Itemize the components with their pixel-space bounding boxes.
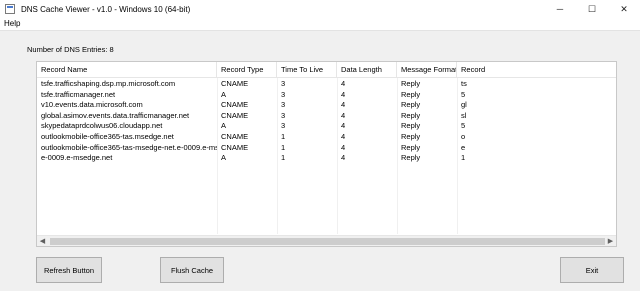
cell-record: 5: [461, 89, 466, 99]
cell-record-name: outlookmobile-office365-tas.msedge.net: [41, 132, 174, 141]
cell-ttl: 3: [281, 79, 286, 88]
cell-record-name: skypedataprdcolwus06.cloudapp.net: [41, 121, 163, 131]
table-row[interactable]: e-0009.e-msedge.net A 1 4 Reply 1: [37, 153, 616, 164]
cell-record-type: A: [221, 121, 227, 131]
table-row[interactable]: skypedataprdcolwus06.cloudapp.net A 3 4 Repl…: [37, 121, 616, 132]
window-controls: ─ ☐ ✕: [544, 0, 640, 18]
dns-records-list[interactable]: Record Name Record Type Time To Live Dat…: [36, 61, 617, 247]
cell-message-format: Reply: [401, 142, 421, 152]
cell-record: o: [461, 132, 466, 141]
cell-record-name: e-0009.e-msedge.net: [41, 153, 113, 163]
cell-data-length: 4: [341, 121, 346, 131]
cell-ttl: 3: [281, 121, 286, 131]
cell-message-format: Reply: [401, 153, 421, 163]
scrollbar-thumb[interactable]: [50, 238, 605, 245]
cell-ttl: 3: [281, 100, 286, 110]
cell-ttl: 1: [281, 132, 286, 141]
cell-record: 5: [461, 121, 466, 131]
cell-data-length: 4: [341, 142, 346, 152]
close-button[interactable]: ✕: [608, 0, 640, 18]
column-header-message-format[interactable]: Message Format: [397, 62, 457, 78]
cell-data-length: 4: [341, 79, 346, 88]
minimize-button[interactable]: ─: [544, 0, 576, 18]
table-row[interactable]: outlookmobile-office365-tas.msedge.net CN…: [37, 132, 616, 143]
cell-record: sl: [461, 110, 467, 120]
window-title: DNS Cache Viewer - v1.0 - Windows 10 (64…: [21, 4, 191, 14]
refresh-button[interactable]: Refresh Button: [36, 257, 102, 283]
cell-record: 1: [461, 153, 466, 163]
column-header-ttl[interactable]: Time To Live: [277, 62, 337, 78]
cell-message-format: Reply: [401, 79, 421, 88]
app-icon: [5, 4, 15, 14]
table-row[interactable]: global.asimov.events.data.trafficmanager…: [37, 111, 616, 122]
cell-record-type: A: [221, 89, 227, 99]
cell-ttl: 3: [281, 89, 286, 99]
column-header-record[interactable]: Record: [457, 62, 616, 78]
cell-data-length: 4: [341, 153, 346, 163]
menu-help[interactable]: Help: [4, 19, 20, 28]
flush-cache-button[interactable]: Flush Cache: [160, 257, 224, 283]
dns-entries-count: Number of DNS Entries: 8: [27, 45, 114, 54]
horizontal-scrollbar[interactable]: ◀ ▶: [37, 235, 616, 246]
scroll-left-icon[interactable]: ◀: [37, 236, 48, 246]
cell-record-name: tsfe.trafficshaping.dsp.mp.microsoft.com: [41, 79, 176, 88]
cell-ttl: 1: [281, 142, 286, 152]
table-row[interactable]: tsfe.trafficshaping.dsp.mp.microsoft.com…: [37, 79, 616, 90]
cell-record-type: CNAME: [221, 142, 249, 152]
scroll-right-icon[interactable]: ▶: [605, 236, 616, 246]
cell-ttl: 3: [281, 110, 286, 120]
cell-data-length: 4: [341, 100, 346, 110]
cell-record-type: CNAME: [221, 132, 249, 141]
cell-record: gl: [461, 100, 467, 110]
cell-record-name: tsfe.trafficmanager.net: [41, 89, 116, 99]
title-bar: DNS Cache Viewer - v1.0 - Windows 10 (64…: [0, 0, 640, 18]
cell-record: e: [461, 142, 466, 152]
table-row[interactable]: outlookmobile-office365-tas-msedge-net.e…: [37, 143, 616, 154]
table-row[interactable]: tsfe.trafficmanager.net A 3 4 Reply 5: [37, 90, 616, 101]
cell-message-format: Reply: [401, 89, 421, 99]
cell-record-name: global.asimov.events.data.trafficmanager…: [41, 110, 190, 120]
cell-ttl: 1: [281, 153, 286, 163]
cell-message-format: Reply: [401, 100, 421, 110]
cell-record-type: CNAME: [221, 100, 249, 110]
cell-record-type: A: [221, 153, 227, 163]
list-header: Record Name Record Type Time To Live Dat…: [37, 62, 616, 78]
cell-record-type: CNAME: [221, 110, 249, 120]
menu-bar: Help: [0, 18, 640, 31]
table-row[interactable]: v10.events.data.microsoft.com CNAME 3 4 Repl…: [37, 100, 616, 111]
cell-record-name: outlookmobile-office365-tas-msedge-net.e…: [41, 142, 217, 152]
cell-message-format: Reply: [401, 121, 421, 131]
column-header-data-length[interactable]: Data Length: [337, 62, 397, 78]
cell-message-format: Reply: [401, 132, 421, 141]
exit-button[interactable]: Exit: [560, 257, 624, 283]
cell-data-length: 4: [341, 110, 346, 120]
cell-message-format: Reply: [401, 110, 421, 120]
cell-data-length: 4: [341, 89, 346, 99]
cell-record: ts: [461, 79, 467, 88]
column-header-record-name[interactable]: Record Name: [37, 62, 217, 78]
cell-record-type: CNAME: [221, 79, 249, 88]
maximize-button[interactable]: ☐: [576, 0, 608, 18]
cell-record-name: v10.events.data.microsoft.com: [41, 100, 143, 110]
column-header-record-type[interactable]: Record Type: [217, 62, 277, 78]
cell-data-length: 4: [341, 132, 346, 141]
